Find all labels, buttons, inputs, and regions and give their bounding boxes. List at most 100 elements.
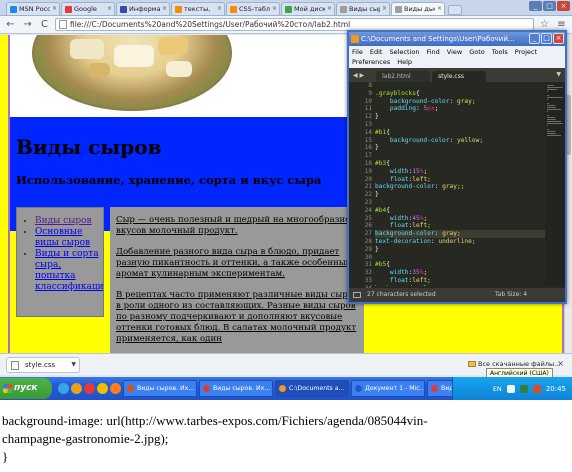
editor-menu-item[interactable]: Project <box>515 47 537 57</box>
code-line[interactable]: #b5{ <box>375 261 545 269</box>
browser-tab[interactable]: Информат× <box>116 2 170 15</box>
download-item[interactable]: style.css ▼ <box>6 357 80 373</box>
editor-title-bar[interactable]: C:\Documents and Settings\User\Рабочий..… <box>349 32 565 46</box>
code-line[interactable]: .grayblocks{ <box>375 90 545 98</box>
show-all-downloads-link[interactable]: Все скачанные файлы... <box>468 360 560 368</box>
code-line[interactable]: } <box>375 113 545 121</box>
panel-toggle-icon[interactable] <box>353 292 361 298</box>
tab-label: Мой диск <box>294 5 325 13</box>
browser-tab[interactable]: тексты, × <box>171 2 225 15</box>
browser-tab[interactable]: Мой диск × <box>281 2 335 15</box>
chevron-down-icon[interactable]: ▼ <box>71 358 76 372</box>
tab-size-status[interactable]: Tab Size: 4 <box>495 288 527 302</box>
taskbar-button[interactable]: Виды сыров. Их... <box>123 380 197 397</box>
code-line[interactable]: background-color: gray; <box>375 98 545 106</box>
tab-close-icon[interactable]: × <box>107 3 112 15</box>
language-indicator[interactable]: EN <box>493 385 502 393</box>
editor-maximize-button[interactable]: □ <box>541 33 552 44</box>
tab-close-icon[interactable]: × <box>162 3 167 15</box>
tray-icon[interactable] <box>519 384 528 393</box>
sidebar-link[interactable]: Виды и сорта сыра, попытка классификации <box>35 249 103 292</box>
opera-icon[interactable] <box>84 383 95 394</box>
code-line[interactable] <box>375 152 545 160</box>
minimize-button[interactable]: _ <box>529 1 542 11</box>
code-line[interactable]: #b3{ <box>375 160 545 168</box>
ie-icon[interactable] <box>58 383 69 394</box>
editor-minimize-button[interactable]: _ <box>529 33 540 44</box>
code-line[interactable]: width:45%; <box>375 215 545 223</box>
editor-menu-item[interactable]: Goto <box>469 47 485 57</box>
code-line[interactable]: padding: 5px; <box>375 105 545 113</box>
editor-tab-style-css[interactable]: style.css <box>432 71 487 82</box>
tab-close-icon[interactable]: × <box>382 3 387 15</box>
taskbar-button[interactable]: C:\Documents a... <box>275 380 349 397</box>
maximize-button[interactable]: □ <box>543 1 556 11</box>
minimap[interactable] <box>545 82 565 286</box>
editor-menu-item[interactable]: File <box>352 47 363 57</box>
tab-close-icon[interactable]: × <box>272 3 277 15</box>
code-line[interactable]: background-color: yellow; <box>375 137 545 145</box>
sidebar-link[interactable]: Основные виды сыров <box>35 227 90 248</box>
editor-menu-item[interactable]: Help <box>397 57 412 67</box>
new-tab-button[interactable] <box>448 5 462 15</box>
code-line[interactable]: text-decoration: underline; <box>375 238 545 246</box>
code-line[interactable] <box>375 121 545 129</box>
browser-tab[interactable]: MSN Росси× <box>6 2 60 15</box>
clock[interactable]: 20:45 <box>546 385 566 393</box>
editor-menu-item[interactable]: View <box>447 47 462 57</box>
minimap-line <box>547 109 562 110</box>
explorer-icon[interactable] <box>71 383 82 394</box>
code-line[interactable]: background-color: gray; <box>375 285 545 286</box>
tab-close-icon[interactable]: × <box>217 3 222 15</box>
browser-tab[interactable]: Google × <box>61 2 115 15</box>
editor-tab-lab2[interactable]: lab2.html <box>376 71 431 82</box>
code-line[interactable] <box>375 82 545 90</box>
code-line[interactable]: } <box>375 144 545 152</box>
code-line[interactable]: background-color: gray; <box>375 230 545 238</box>
close-button[interactable]: × <box>557 1 570 11</box>
browser-tab[interactable]: Виды сыро× <box>336 2 390 15</box>
reload-icon[interactable]: C <box>38 18 51 31</box>
editor-menu-item[interactable]: Preferences <box>352 57 390 67</box>
editor-menu-item[interactable]: Selection <box>389 47 419 57</box>
start-button[interactable]: пуск <box>0 378 52 399</box>
forward-arrow-icon[interactable]: → <box>21 18 34 31</box>
tab-close-icon[interactable]: × <box>52 3 57 15</box>
code-line[interactable]: } <box>375 191 545 199</box>
tab-dropdown-icon[interactable]: ▼ <box>556 71 561 78</box>
firefox-icon[interactable] <box>110 383 121 394</box>
chrome-icon[interactable] <box>97 383 108 394</box>
code-line[interactable]: } <box>375 246 545 254</box>
code-area[interactable]: .grayblocks{ background-color: gray; pad… <box>375 82 545 286</box>
editor-menu-item[interactable]: Find <box>426 47 439 57</box>
taskbar-button[interactable]: Виды сыров. Их... <box>199 380 273 397</box>
editor-menu-item[interactable]: Edit <box>370 47 383 57</box>
code-line[interactable] <box>375 254 545 262</box>
close-icon[interactable]: × <box>557 359 564 368</box>
code-line[interactable]: float:left; <box>375 222 545 230</box>
back-arrow-icon[interactable]: ← <box>4 18 17 31</box>
editor-close-button[interactable]: × <box>553 33 564 44</box>
tab-close-icon[interactable]: × <box>327 3 332 15</box>
sublime-text-window: C:\Documents and Settings\User\Рабочий..… <box>347 30 567 304</box>
code-line[interactable]: #b4{ <box>375 207 545 215</box>
code-line[interactable]: #b1{ <box>375 129 545 137</box>
sidebar-link[interactable]: Виды сыров <box>35 216 92 226</box>
editor-menu-item[interactable]: Tools <box>492 47 508 57</box>
tab-scroll-arrows-icon[interactable]: ◀ ▶ <box>353 70 364 82</box>
code-line[interactable] <box>375 199 545 207</box>
code-line[interactable]: float:left; <box>375 277 545 285</box>
line-number: 13 <box>364 120 372 128</box>
tab-close-icon[interactable]: × <box>437 3 442 15</box>
code-line[interactable]: width:15%; <box>375 168 545 176</box>
address-text: file:///C:/Documents%20and%20Settings/Us… <box>70 20 351 29</box>
tray-icon[interactable] <box>506 384 515 393</box>
tab-favicon-icon <box>395 5 402 13</box>
code-line[interactable]: background-color: gray;; <box>375 183 545 191</box>
browser-tab[interactable]: CSS-табли× <box>226 2 280 15</box>
taskbar-button[interactable]: Документ 1 - Mic... <box>351 380 425 397</box>
code-line[interactable]: float:left; <box>375 176 545 184</box>
code-line[interactable]: width:35%; <box>375 269 545 277</box>
tray-icon[interactable] <box>532 384 541 393</box>
browser-tab[interactable]: Виды дыс × <box>391 2 445 15</box>
